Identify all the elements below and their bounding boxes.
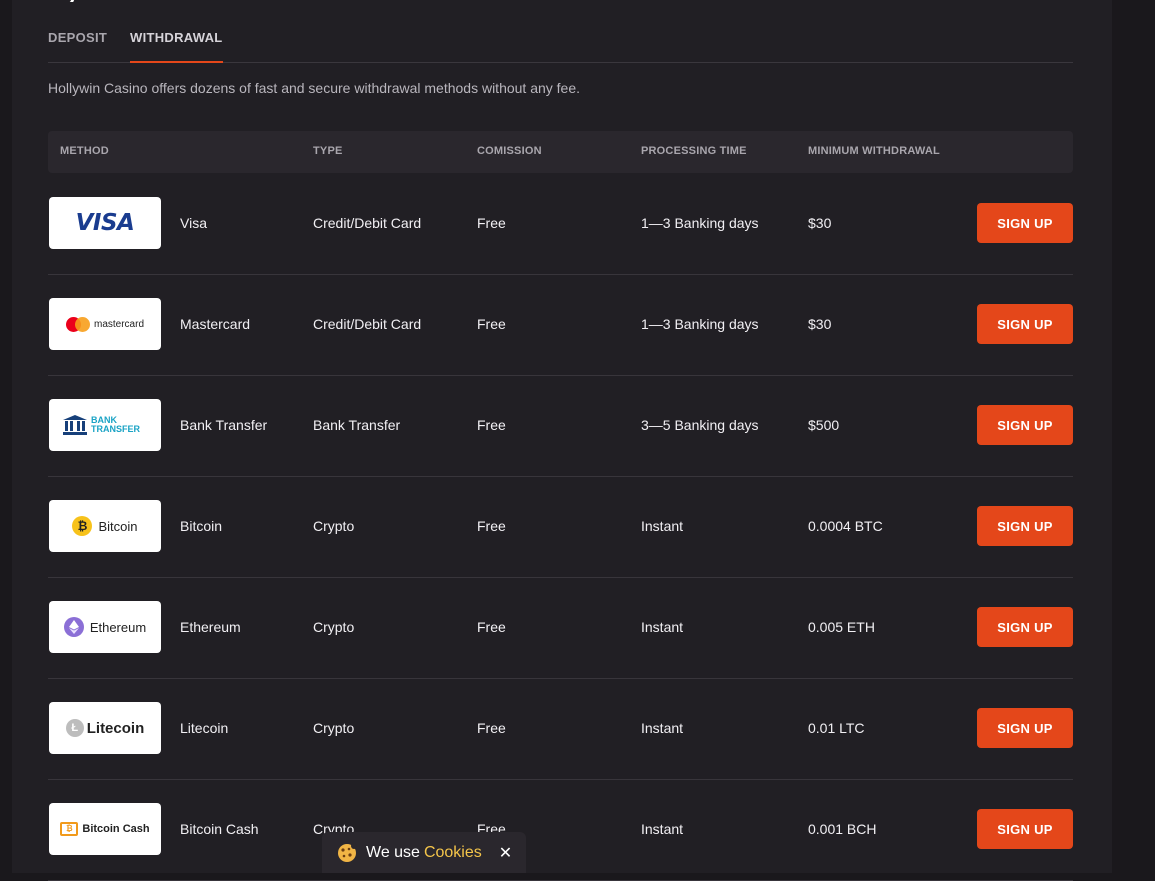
method-name: Visa bbox=[180, 215, 207, 231]
method-type: Crypto bbox=[313, 619, 355, 635]
bitcoin-coin-icon: ₿ bbox=[72, 516, 93, 536]
table-row: mastercard Mastercard Credit/Debit Card … bbox=[48, 274, 1073, 376]
page-heading-fragment: My bbox=[48, 0, 108, 2]
method-processing-time: Instant bbox=[641, 821, 684, 837]
method-minimum-withdrawal: $30 bbox=[808, 215, 832, 231]
method-type: Credit/Debit Card bbox=[313, 316, 422, 332]
method-minimum-withdrawal: $30 bbox=[808, 316, 832, 332]
method-commission: Free bbox=[477, 417, 506, 433]
mastercard-circles-icon bbox=[65, 316, 90, 332]
method-name: Bitcoin Cash bbox=[180, 821, 259, 837]
bank-transfer-logo-text: BANK TRANSFER bbox=[91, 415, 140, 434]
table-row: BANK TRANSFER Bank Transfer Bank Transfe… bbox=[48, 375, 1073, 477]
method-name: Ethereum bbox=[180, 619, 241, 635]
litecoin-logo-text: Litecoin bbox=[86, 719, 145, 737]
method-name: Bank Transfer bbox=[180, 417, 268, 433]
sign-up-button[interactable]: SIGN UP bbox=[977, 809, 1073, 849]
method-minimum-withdrawal: 0.001 BCH bbox=[808, 821, 877, 837]
bitcoin-cash-logo: ₿ Bitcoin Cash bbox=[49, 803, 161, 855]
cookie-banner-text: We use bbox=[366, 843, 420, 861]
mastercard-logo-text: mastercard bbox=[93, 318, 144, 330]
litecoin-coin-icon: Ł bbox=[65, 719, 84, 737]
bitcoin-cash-logo-text: Bitcoin Cash bbox=[82, 823, 150, 835]
tab-deposit[interactable]: DEPOSIT bbox=[48, 29, 107, 62]
method-type: Crypto bbox=[313, 720, 355, 736]
table-row: ₿ Bitcoin Bitcoin Crypto Free Instant 0.… bbox=[48, 476, 1073, 578]
mastercard-logo: mastercard bbox=[49, 298, 161, 350]
tab-withdrawal[interactable]: WITHDRAWAL bbox=[130, 29, 223, 63]
cookie-icon bbox=[338, 842, 357, 862]
method-processing-time: Instant bbox=[641, 619, 684, 635]
method-processing-time: 3—5 Banking days bbox=[641, 417, 759, 433]
cookie-banner: We use Cookies ✕ bbox=[322, 832, 526, 873]
method-processing-time: 1—3 Banking days bbox=[641, 215, 759, 231]
method-commission: Free bbox=[477, 619, 506, 635]
header-processing-time: PROCESSING TIME bbox=[641, 145, 747, 157]
sign-up-button[interactable]: SIGN UP bbox=[977, 607, 1073, 647]
method-processing-time: 1—3 Banking days bbox=[641, 316, 759, 332]
method-type: Credit/Debit Card bbox=[313, 215, 422, 231]
method-name: Bitcoin bbox=[180, 518, 223, 534]
method-processing-time: Instant bbox=[641, 720, 684, 736]
ethereum-coin-icon bbox=[63, 617, 84, 637]
method-type: Crypto bbox=[313, 518, 355, 534]
bitcoin-logo: ₿ Bitcoin bbox=[49, 500, 161, 552]
method-commission: Free bbox=[477, 215, 506, 231]
header-type: TYPE bbox=[313, 145, 343, 157]
sign-up-button[interactable]: SIGN UP bbox=[977, 708, 1073, 748]
bank-transfer-logo: BANK TRANSFER bbox=[49, 399, 161, 451]
bank-building-icon bbox=[63, 415, 87, 435]
method-commission: Free bbox=[477, 720, 506, 736]
table-row: ₿ Bitcoin Cash Bitcoin Cash Crypto Free … bbox=[48, 779, 1073, 881]
visa-logo: VISA bbox=[49, 197, 161, 249]
ethereum-logo: Ethereum bbox=[49, 601, 161, 653]
sign-up-button[interactable]: SIGN UP bbox=[977, 203, 1073, 243]
payment-tabs: DEPOSIT WITHDRAWAL bbox=[48, 29, 1073, 63]
header-method: METHOD bbox=[60, 145, 109, 157]
cookies-link[interactable]: Cookies bbox=[424, 844, 482, 862]
ethereum-logo-text: Ethereum bbox=[89, 619, 147, 635]
method-type: Bank Transfer bbox=[313, 417, 401, 433]
sign-up-button[interactable]: SIGN UP bbox=[977, 304, 1073, 344]
method-commission: Free bbox=[477, 518, 506, 534]
sign-up-button[interactable]: SIGN UP bbox=[977, 405, 1073, 445]
header-commission: COMISSION bbox=[477, 145, 542, 157]
method-minimum-withdrawal: 0.0004 BTC bbox=[808, 518, 883, 534]
bitcoin-cash-icon: ₿ bbox=[60, 822, 79, 836]
method-minimum-withdrawal: 0.01 LTC bbox=[808, 720, 865, 736]
table-row: VISA Visa Credit/Debit Card Free 1—3 Ban… bbox=[48, 173, 1073, 275]
method-name: Mastercard bbox=[180, 316, 251, 332]
header-minimum-withdrawal: MINIMUM WITHDRAWAL bbox=[808, 145, 940, 157]
method-processing-time: Instant bbox=[641, 518, 684, 534]
visa-logo-text: VISA bbox=[75, 210, 135, 236]
litecoin-logo: Ł Litecoin bbox=[49, 702, 161, 754]
method-minimum-withdrawal: 0.005 ETH bbox=[808, 619, 875, 635]
bitcoin-logo-text: Bitcoin bbox=[98, 518, 138, 534]
intro-text: Hollywin Casino offers dozens of fast an… bbox=[48, 80, 581, 96]
close-icon[interactable]: ✕ bbox=[499, 843, 512, 863]
method-minimum-withdrawal: $500 bbox=[808, 417, 840, 433]
method-name: Litecoin bbox=[180, 720, 229, 736]
table-row: Ł Litecoin Litecoin Crypto Free Instant … bbox=[48, 678, 1073, 780]
table-header: METHOD TYPE COMISSION PROCESSING TIME MI… bbox=[48, 131, 1073, 173]
table-row: Ethereum Ethereum Crypto Free Instant 0.… bbox=[48, 577, 1073, 679]
sign-up-button[interactable]: SIGN UP bbox=[977, 506, 1073, 546]
method-commission: Free bbox=[477, 316, 506, 332]
